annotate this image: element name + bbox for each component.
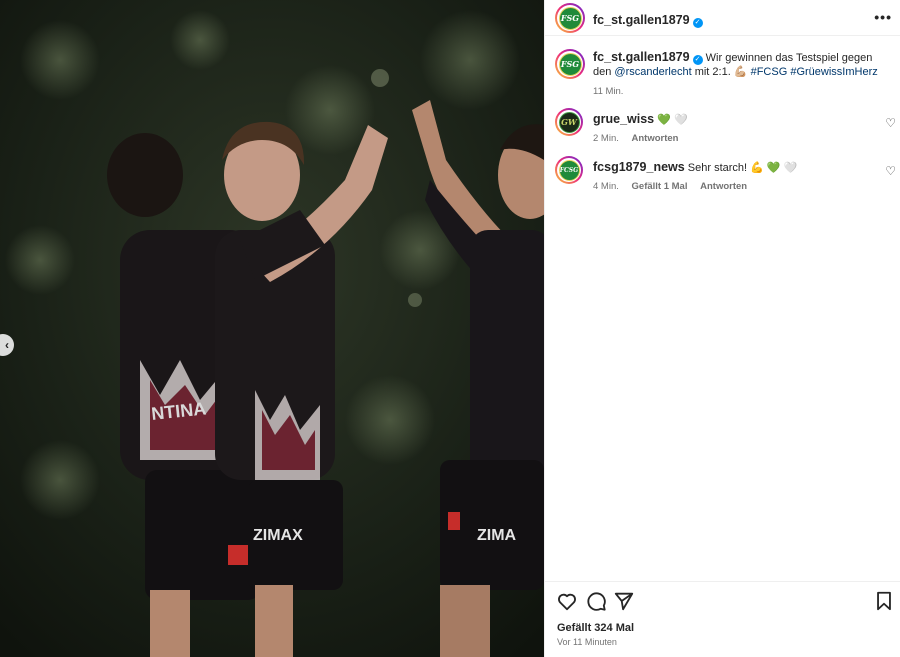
- like-comment-heart-icon[interactable]: ♡: [885, 164, 896, 178]
- like-heart-icon[interactable]: [556, 590, 578, 612]
- fcsg-news-logo-icon: FCSG: [558, 159, 580, 181]
- post-header: FSG fc_st.gallen1879 ✓ •••: [545, 0, 900, 36]
- reply-button[interactable]: Antworten: [632, 133, 679, 144]
- post-photo[interactable]: NTINA ZIMAX ZIMA ‹: [0, 0, 544, 657]
- comment-text: 💚 🤍: [657, 114, 688, 126]
- comment-avatar[interactable]: GW: [555, 108, 583, 136]
- mention-link[interactable]: @rscanderlecht: [614, 66, 691, 78]
- comment-time: 2 Min.: [593, 133, 619, 144]
- comment-bubble-icon[interactable]: [585, 590, 607, 612]
- comment-likes-button[interactable]: Gefällt 1 Mal: [632, 181, 688, 192]
- fcsg-logo-icon: FSG: [558, 52, 582, 76]
- post-time: Vor 11 Minuten: [557, 637, 617, 647]
- post-actions-bar: Gefällt 324 Mal Vor 11 Minuten: [545, 581, 900, 657]
- post-caption: fc_st.gallen1879 ✓ Wir gewinnen das Tests…: [593, 50, 893, 99]
- comment-item: fcsg1879_news Sehr starch! 💪 💚 🤍 4 Min. …: [593, 160, 883, 194]
- comment-avatar[interactable]: FCSG: [555, 156, 583, 184]
- verified-badge-icon: ✓: [692, 18, 703, 28]
- fcsg-logo-icon: FSG: [558, 6, 582, 30]
- grue-wiss-logo-icon: GW: [558, 111, 580, 133]
- comment-item: grue_wiss 💚 🤍 2 Min. Antworten: [593, 112, 883, 146]
- jersey-sponsor-text-1: ZIMAX: [253, 527, 303, 544]
- like-comment-heart-icon[interactable]: ♡: [885, 116, 896, 130]
- comment-time: 4 Min.: [593, 181, 619, 192]
- caption-text-2: mit 2:1.: [694, 66, 731, 78]
- post-details-panel: FSG fc_st.gallen1879 ✓ ••• FSG fc_st.gall…: [544, 0, 900, 657]
- comment-username[interactable]: fcsg1879_news: [593, 160, 685, 174]
- football-celebration-photo: NTINA ZIMAX ZIMA: [0, 0, 544, 657]
- share-send-icon[interactable]: [613, 590, 635, 612]
- hashtags-link[interactable]: #FCSG #GrüewissImHerz: [751, 66, 878, 78]
- save-bookmark-icon[interactable]: [873, 590, 895, 612]
- comment-username[interactable]: grue_wiss: [593, 112, 654, 126]
- caption-author-avatar[interactable]: FSG: [555, 49, 585, 79]
- more-options-icon[interactable]: •••: [874, 9, 892, 25]
- verified-badge-icon: ✓: [692, 55, 703, 65]
- jersey-sponsor-text-2: ZIMA: [477, 527, 517, 544]
- author-avatar[interactable]: FSG: [555, 3, 585, 33]
- caption-emoji: 💪🏼: [733, 66, 748, 78]
- caption-username[interactable]: fc_st.gallen1879: [593, 50, 690, 64]
- comment-text: Sehr starch! 💪 💚 🤍: [687, 162, 798, 174]
- author-username[interactable]: fc_st.gallen1879: [593, 13, 690, 27]
- reply-button[interactable]: Antworten: [700, 181, 747, 192]
- caption-time: 11 Min.: [593, 86, 624, 97]
- likes-count[interactable]: Gefällt 324 Mal: [557, 622, 634, 634]
